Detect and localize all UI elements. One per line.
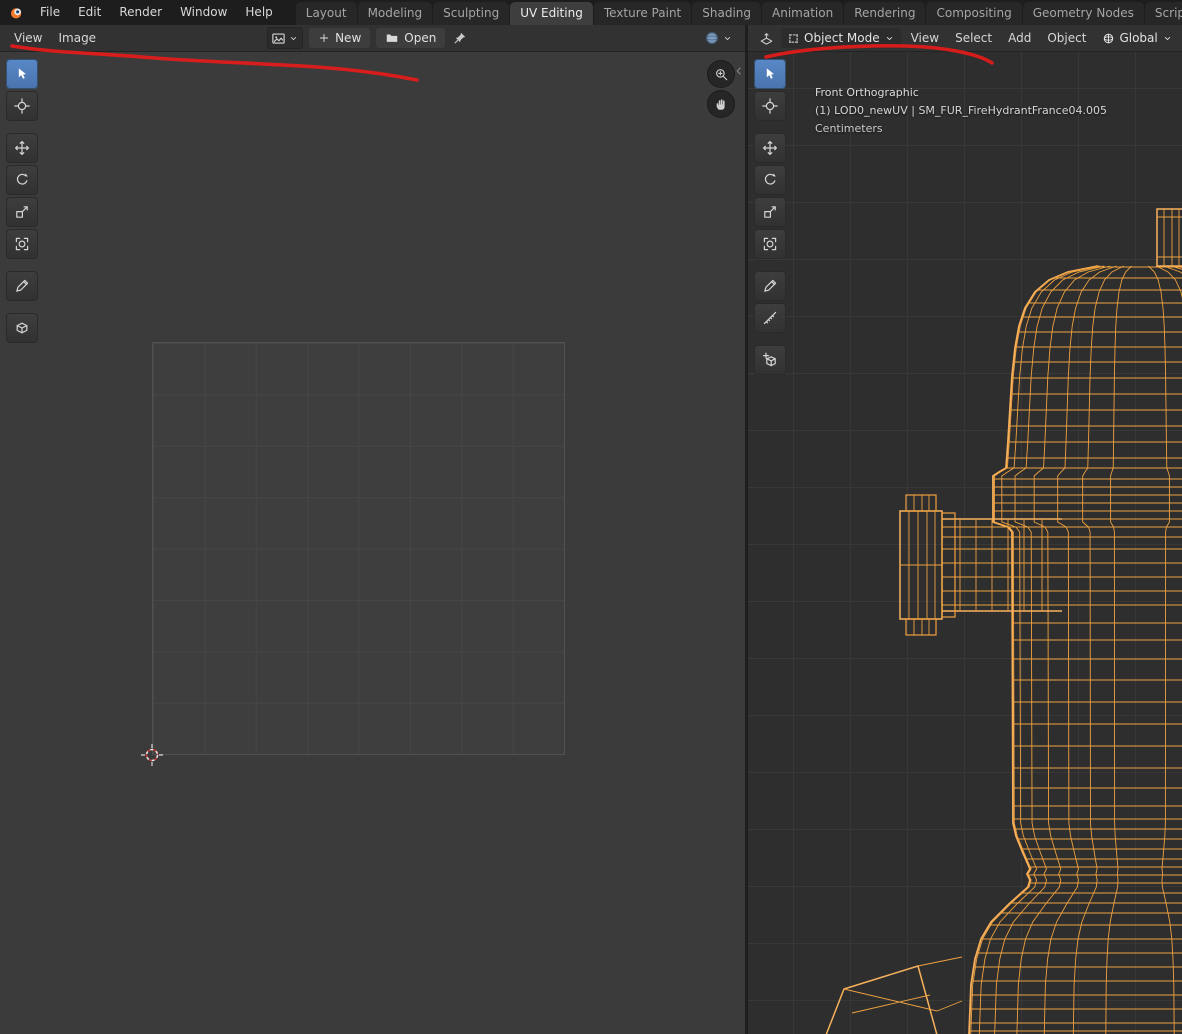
- tab-rendering[interactable]: Rendering: [844, 2, 925, 25]
- chevron-down-icon: [722, 33, 733, 44]
- uv-tool-annotate-button[interactable]: [6, 271, 38, 301]
- annotate-pen-icon: [14, 278, 30, 294]
- pan-hand-icon: [714, 97, 729, 112]
- fire-hydrant-wireframe[interactable]: [748, 51, 1182, 1034]
- vp-menu-select[interactable]: Select: [947, 25, 1000, 51]
- tab-compositing[interactable]: Compositing: [926, 2, 1021, 25]
- 3d-toolbar: [754, 59, 786, 375]
- orientation-label: Global: [1119, 31, 1157, 45]
- uv-canvas[interactable]: [0, 51, 745, 1034]
- tab-scripting[interactable]: Scripting: [1145, 2, 1182, 25]
- new-image-label: New: [335, 31, 361, 45]
- uv-editor-header: View Image New Open: [0, 25, 745, 52]
- mode-dropdown[interactable]: Object Mode: [781, 28, 901, 48]
- tab-uv-editing[interactable]: UV Editing: [510, 2, 593, 25]
- vp-tool-rotate-button[interactable]: [754, 165, 786, 195]
- vp-tool-move-button[interactable]: [754, 133, 786, 163]
- uv-tool-move-button[interactable]: [6, 133, 38, 163]
- vp-tool-tweak-select-button[interactable]: [754, 59, 786, 89]
- plus-icon: [318, 32, 330, 44]
- tab-layout[interactable]: Layout: [296, 2, 357, 25]
- menu-window[interactable]: Window: [171, 0, 236, 25]
- transform-icon: [14, 236, 30, 252]
- 3d-canvas[interactable]: Front Orthographic (1) LOD0_newUV | SM_F…: [748, 51, 1182, 1034]
- annotate-pen-icon: [762, 278, 778, 294]
- zoom-button[interactable]: [708, 61, 734, 87]
- vp-menu-view[interactable]: View: [903, 25, 947, 51]
- topbar: File Edit Render Window Help Layout Mode…: [0, 0, 1182, 25]
- tab-modeling[interactable]: Modeling: [358, 2, 433, 25]
- editor-type-button[interactable]: [754, 31, 779, 46]
- uv-menu-image[interactable]: Image: [50, 25, 104, 51]
- uv-tool-rotate-button[interactable]: [6, 165, 38, 195]
- uv-tool-tweak-select-button[interactable]: [6, 59, 38, 89]
- chevron-left-icon: [733, 65, 745, 77]
- mode-label: Object Mode: [804, 31, 880, 45]
- vp-tool-transform-button[interactable]: [754, 229, 786, 259]
- display-channels-sphere-icon: [704, 30, 720, 46]
- 3d-viewport-header: Object Mode View Select Add Object Globa…: [748, 25, 1182, 52]
- vp-tool-cursor-button[interactable]: [754, 91, 786, 121]
- grab-cube-icon: [14, 320, 30, 336]
- rotate-icon: [762, 172, 778, 188]
- measure-icon: [762, 310, 778, 326]
- vp-tool-annotate-button[interactable]: [754, 271, 786, 301]
- folder-icon: [385, 31, 399, 45]
- chevron-down-icon: [288, 33, 299, 44]
- uv-toolbar: [6, 59, 38, 343]
- uv-editor: View Image New Open: [0, 25, 745, 1034]
- orientation-globe-icon: [1102, 32, 1115, 45]
- tab-texture-paint[interactable]: Texture Paint: [594, 2, 691, 25]
- select-arrow-icon: [762, 66, 778, 82]
- 3d-viewport-icon: [759, 31, 774, 46]
- object-mode-icon: [787, 32, 800, 45]
- zoom-icon: [714, 67, 729, 82]
- uv-tool-grab-button[interactable]: [6, 313, 38, 343]
- vp-tool-measure-button[interactable]: [754, 303, 786, 333]
- transform-icon: [762, 236, 778, 252]
- tab-animation[interactable]: Animation: [762, 2, 843, 25]
- vp-tool-add-cube-button[interactable]: [754, 345, 786, 375]
- collapse-sidebar-arrow[interactable]: [733, 65, 745, 80]
- tab-shading[interactable]: Shading: [692, 2, 761, 25]
- move-icon: [14, 140, 30, 156]
- blender-logo-icon[interactable]: [0, 4, 31, 21]
- 2d-cursor: [141, 744, 163, 766]
- cursor-icon: [762, 98, 778, 114]
- menu-edit[interactable]: Edit: [69, 0, 110, 25]
- move-icon: [762, 140, 778, 156]
- workspace-tabs: Layout Modeling Sculpting UV Editing Tex…: [296, 0, 1182, 25]
- menu-render[interactable]: Render: [110, 0, 171, 25]
- vp-tool-scale-button[interactable]: [754, 197, 786, 227]
- open-image-button[interactable]: Open: [376, 28, 445, 48]
- tab-sculpting[interactable]: Sculpting: [433, 2, 509, 25]
- uv-menu-view[interactable]: View: [6, 25, 50, 51]
- uv-tool-scale-button[interactable]: [6, 197, 38, 227]
- menu-file[interactable]: File: [31, 0, 69, 25]
- transform-orientation-dropdown[interactable]: Global: [1096, 28, 1178, 48]
- image-browser-icon: [271, 31, 286, 46]
- uv-grid: [152, 342, 565, 755]
- menu-help[interactable]: Help: [236, 0, 281, 25]
- 3d-viewport: Object Mode View Select Add Object Globa…: [748, 25, 1182, 1034]
- open-image-label: Open: [404, 31, 436, 45]
- add-cube-icon: [762, 352, 778, 368]
- chevron-down-icon: [1162, 33, 1173, 44]
- image-browser-button[interactable]: [267, 27, 303, 49]
- pan-button[interactable]: [708, 91, 734, 117]
- vp-menu-add[interactable]: Add: [1000, 25, 1039, 51]
- cursor-icon: [14, 98, 30, 114]
- new-image-button[interactable]: New: [309, 28, 370, 48]
- rotate-icon: [14, 172, 30, 188]
- pin-icon[interactable]: [448, 31, 472, 45]
- scale-icon: [762, 204, 778, 220]
- select-arrow-icon: [14, 66, 30, 82]
- vp-menu-object[interactable]: Object: [1039, 25, 1094, 51]
- tab-geometry-nodes[interactable]: Geometry Nodes: [1023, 2, 1144, 25]
- uv-tool-transform-button[interactable]: [6, 229, 38, 259]
- uv-tool-cursor-button[interactable]: [6, 91, 38, 121]
- display-channels-button[interactable]: [701, 28, 736, 48]
- chevron-down-icon: [884, 33, 895, 44]
- scale-icon: [14, 204, 30, 220]
